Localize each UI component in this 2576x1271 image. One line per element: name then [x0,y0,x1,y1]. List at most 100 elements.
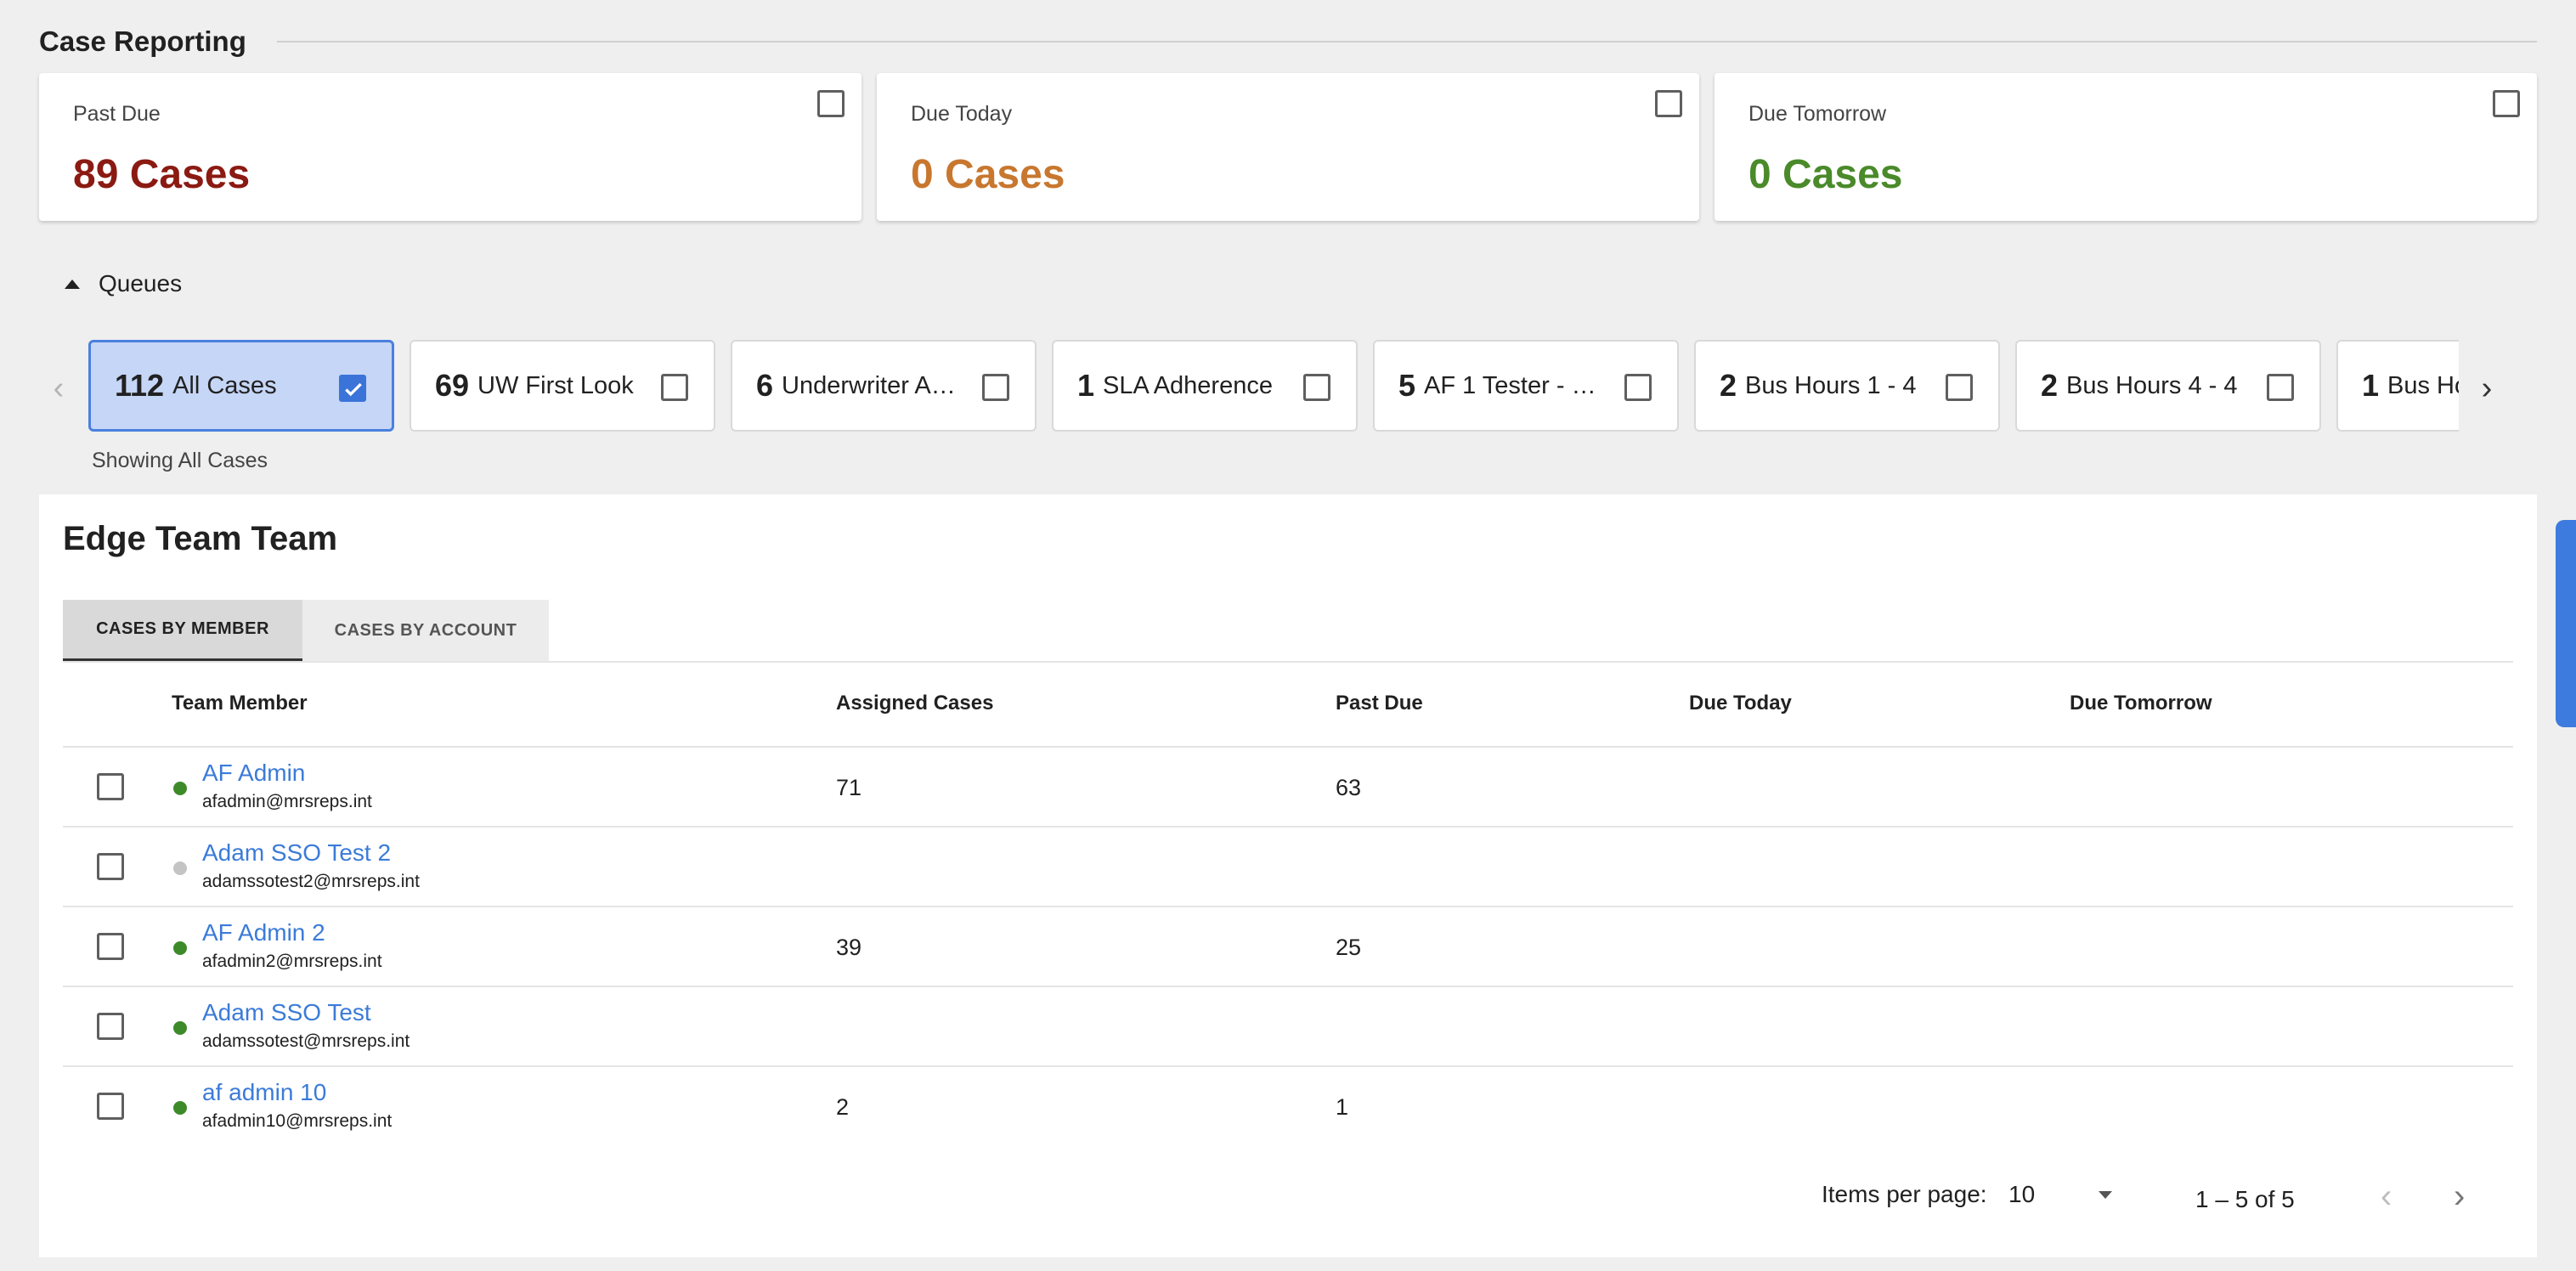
team-panel: Edge Team Team CASES BY MEMBER CASES BY … [39,494,2537,1257]
table-row: Adam SSO Test adamssotest@mrsreps.int [63,987,2513,1067]
stat-value: 0 Cases [1748,152,1903,197]
carousel-prev-button[interactable]: ‹ [48,370,70,407]
queues-toggle[interactable]: Queues [65,270,182,297]
stat-label: Due Today [911,102,1013,126]
side-feedback-tab[interactable] [2556,520,2576,727]
stat-label: Due Tomorrow [1748,102,1887,126]
table-row: AF Admin 2 afadmin2@mrsreps.int 39 25 [63,907,2513,987]
queue-checkbox[interactable] [982,374,1009,401]
status-dot-icon [173,941,187,955]
queue-chip[interactable]: 69 UW First Look [410,340,715,432]
queue-label: AF 1 Tester - 1 ... [1424,371,1603,399]
col-due-today[interactable]: Due Today [1689,692,1792,715]
stat-card-past-due: Past Due 89 Cases [39,73,861,221]
assigned-cases-cell: 71 [836,775,862,800]
queue-checkbox[interactable] [1303,374,1330,401]
col-past-due[interactable]: Past Due [1336,692,1423,715]
member-email: adamssotest@mrsreps.int [202,1031,410,1051]
members-table: Team Member Assigned Cases Past Due Due … [63,663,2513,1147]
col-due-tomorrow[interactable]: Due Tomorrow [2070,692,2212,715]
queue-count: 69 [435,368,470,403]
table-row: AF Admin afadmin@mrsreps.int 71 63 [63,748,2513,828]
tab-cases-by-account[interactable]: CASES BY ACCOUNT [302,600,549,661]
queue-count: 6 [756,368,774,403]
queue-checkbox[interactable] [1624,374,1652,401]
team-tabs: CASES BY MEMBER CASES BY ACCOUNT [63,600,549,661]
row-checkbox[interactable] [97,773,124,800]
row-checkbox[interactable] [97,1093,124,1120]
status-dot-icon [173,1021,187,1035]
previous-page-button[interactable]: ‹ [2381,1178,2392,1216]
caret-up-icon [65,279,80,289]
stat-checkbox[interactable] [1655,90,1682,117]
queue-checkbox[interactable] [661,374,688,401]
col-assigned-cases[interactable]: Assigned Cases [836,692,993,715]
queue-label: SLA Adherence [1103,371,1273,399]
member-email: adamssotest2@mrsreps.int [202,872,420,891]
assigned-cases-cell: 2 [836,1094,850,1120]
next-page-button[interactable]: › [2454,1178,2465,1216]
assigned-cases-cell: 39 [836,935,862,960]
team-title: Edge Team Team [63,520,338,557]
member-name-link[interactable]: Adam SSO Test [202,999,371,1026]
stat-label: Past Due [73,102,161,126]
status-dot-icon [173,1101,187,1115]
queue-checkbox[interactable] [1946,374,1973,401]
col-team-member[interactable]: Team Member [172,692,308,715]
stat-value: 0 Cases [911,152,1065,197]
queue-chip[interactable]: 1Bus Hours [2336,340,2459,432]
table-body: AF Admin afadmin@mrsreps.int 71 63 Adam SSO … [63,748,2513,1147]
page-title: Case Reporting [39,25,246,57]
queue-label: Bus Hours 4 - 4 [2066,371,2238,399]
member-name-link[interactable]: AF Admin [202,760,305,787]
queues-label: Queues [99,270,183,297]
title-divider [277,41,2537,42]
queue-checkbox[interactable] [2267,374,2294,401]
queue-count: 2 [1720,368,1737,403]
status-dot-icon [173,861,187,875]
member-name-link[interactable]: Adam SSO Test 2 [202,839,391,867]
table-header: Team Member Assigned Cases Past Due Due … [63,663,2513,748]
checkmark-icon [345,382,362,397]
queue-chip[interactable]: 1 SLA Adherence [1052,340,1358,432]
queue-count: 1 [2362,368,2380,403]
tab-cases-by-member[interactable]: CASES BY MEMBER [63,600,302,661]
past-due-cell: 63 [1336,775,1362,800]
member-email: afadmin2@mrsreps.int [202,952,382,971]
stat-checkbox[interactable] [817,90,845,117]
queue-count: 112 [115,368,165,403]
row-checkbox[interactable] [97,1013,124,1040]
table-row: af admin 10 afadmin10@mrsreps.int 2 1 [63,1067,2513,1147]
queue-chips: 112 All Cases 69 UW First Look 6 Underwriter … [88,338,2459,432]
queue-count: 5 [1398,368,1416,403]
queue-checkbox[interactable] [339,375,366,402]
page-range: 1 – 5 of 5 [2195,1186,2295,1212]
queue-count: 1 [1077,368,1095,403]
queue-chip[interactable]: 112 All Cases [88,340,394,432]
member-name-link[interactable]: AF Admin 2 [202,919,325,946]
stat-checkbox[interactable] [2493,90,2520,117]
stat-card-due-tomorrow: Due Tomorrow 0 Cases [1715,73,2537,221]
queue-chip[interactable]: 2 Bus Hours 1 - 4 [1694,340,2000,432]
member-name-link[interactable]: af admin 10 [202,1079,326,1106]
status-dot-icon [173,782,187,795]
showing-label: Showing All Cases [92,449,268,472]
queue-count: 2 [2041,368,2059,403]
queue-chip[interactable]: 2 Bus Hours 4 - 4 [2015,340,2321,432]
queue-chip[interactable]: 6 Underwriter As... [731,340,1037,432]
carousel-next-button[interactable]: › [2476,370,2498,407]
stat-card-due-today: Due Today 0 Cases [877,73,1699,221]
queue-label: Bus Hours 1 - 4 [1745,371,1917,399]
row-checkbox[interactable] [97,853,124,880]
past-due-cell: 1 [1336,1094,1349,1120]
stat-value: 89 Cases [73,152,251,197]
dropdown-caret-icon[interactable] [2099,1191,2112,1199]
queue-label: All Cases [172,371,277,399]
queue-label: Underwriter As... [782,371,961,399]
member-email: afadmin10@mrsreps.int [202,1111,393,1131]
paginator: Items per page: 10 1 – 5 of 5 ‹ › [39,1171,2537,1222]
items-per-page-select[interactable]: 10 [2008,1181,2035,1208]
member-email: afadmin@mrsreps.int [202,792,372,811]
queue-chip[interactable]: 5 AF 1 Tester - 1 ... [1373,340,1679,432]
row-checkbox[interactable] [97,933,124,960]
